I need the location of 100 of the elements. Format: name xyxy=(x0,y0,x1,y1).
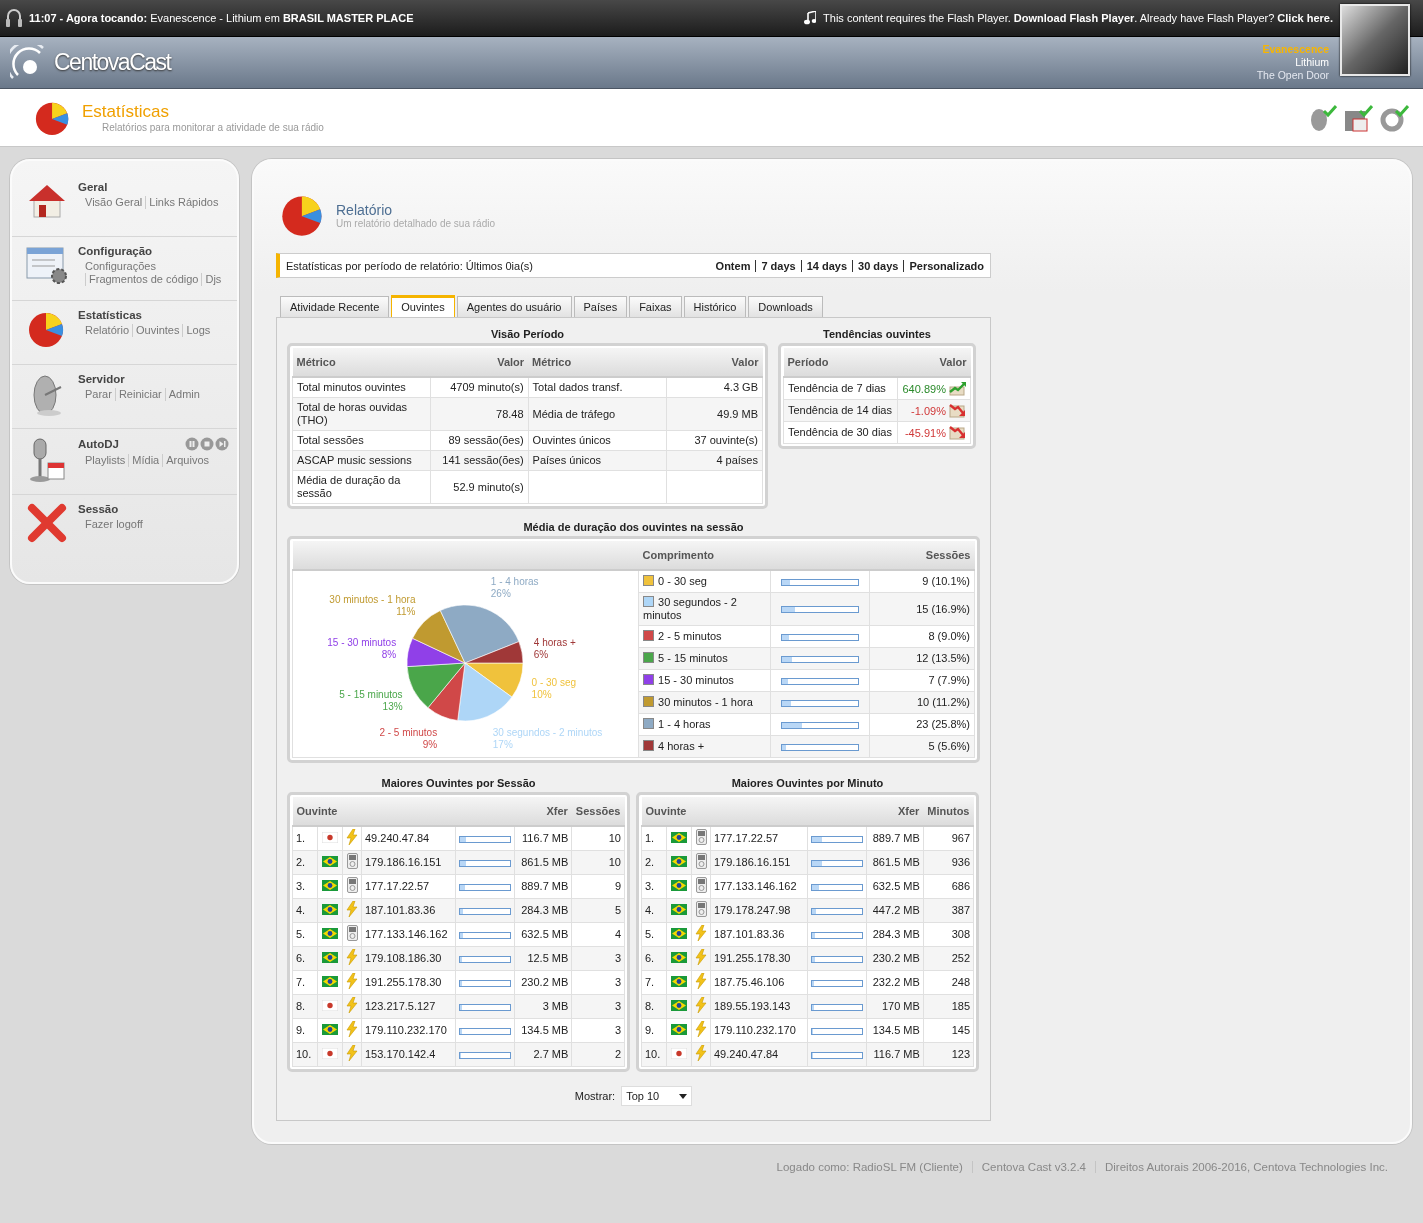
click-here-link[interactable]: Click here. xyxy=(1277,12,1333,24)
table-cell: 284.3 MB xyxy=(866,922,924,947)
brazil-flag-icon xyxy=(671,1023,687,1035)
sidebar-link[interactable]: Reiniciar xyxy=(114,388,165,401)
column-header: Valor xyxy=(897,348,971,377)
sidebar-link[interactable]: Fazer logoff xyxy=(85,518,146,531)
media-player-icon xyxy=(346,853,358,869)
trend-value: -45.91% xyxy=(904,427,946,439)
table-cell: 177.133.146.162 xyxy=(361,922,456,947)
page-title: Estatísticas xyxy=(82,102,170,122)
column-header: Ouvinte xyxy=(292,797,456,826)
stop-icon[interactable] xyxy=(200,437,214,451)
report-subtitle: Um relatório detalhado de sua rádio xyxy=(336,217,495,229)
table-cell: 187.75.46.106 xyxy=(710,970,808,995)
table-cell: 8. xyxy=(292,994,318,1019)
table-cell: 632.5 MB xyxy=(866,874,924,899)
table-cell: 9. xyxy=(292,1018,318,1043)
close-icon[interactable] xyxy=(27,503,67,543)
sidebar-link[interactable]: Mídia xyxy=(128,454,163,467)
table-cell: 8. xyxy=(641,994,667,1019)
trend-up-icon xyxy=(949,381,966,396)
table-cell: 179.186.16.151 xyxy=(710,850,808,875)
table-cell: 177.17.22.57 xyxy=(710,826,808,851)
table-cell: Média de duração da sessão xyxy=(292,470,431,504)
table-cell: 0 - 30 seg xyxy=(638,570,771,593)
sidebar-link[interactable]: Admin xyxy=(164,388,203,401)
pie-label: 4 horas + 6% xyxy=(533,636,576,660)
ring-check-icon[interactable] xyxy=(1379,102,1409,133)
table-cell: 967 xyxy=(923,826,974,851)
trend-down-icon xyxy=(949,403,966,418)
tab[interactable]: Ouvintes xyxy=(391,295,455,317)
lightning-icon xyxy=(695,925,707,941)
sidebar-link[interactable]: Ouvintes xyxy=(132,324,183,337)
table-cell: 15 (16.9%) xyxy=(869,592,975,626)
period-link[interactable]: Personalizado xyxy=(903,259,984,272)
table-cell: 1 - 4 horas xyxy=(638,713,771,736)
period-link[interactable]: Ontem xyxy=(710,259,756,272)
table-cell: 49.9 MB xyxy=(666,397,763,431)
brazil-flag-icon xyxy=(322,903,338,915)
table-cell: 153.170.142.4 xyxy=(361,1042,456,1067)
table-cell: Ouvintes únicos xyxy=(528,430,667,451)
table-cell: 8 (9.0%) xyxy=(869,625,975,648)
table-cell: 7 (7.9%) xyxy=(869,669,975,692)
table-cell: 189.55.193.143 xyxy=(710,994,808,1019)
table-cell: 5 - 15 minutos xyxy=(638,647,771,670)
column-header: Valor xyxy=(430,348,529,377)
period-link[interactable]: 7 days xyxy=(755,259,801,272)
period-label: Estatísticas por período de relatório: Últimos 0ia(s) xyxy=(286,259,533,272)
table-cell: 2. xyxy=(292,850,318,875)
table-cell: 889.7 MB xyxy=(514,874,572,899)
sidebar-link[interactable]: Fragmentos de código xyxy=(85,273,202,286)
lightning-icon xyxy=(346,1021,358,1037)
next-icon[interactable] xyxy=(215,437,229,451)
sidebar-link[interactable]: Djs xyxy=(201,273,225,286)
lightning-icon xyxy=(346,829,358,845)
sidebar-link[interactable]: Visão Geral xyxy=(85,196,146,209)
table-cell: 116.7 MB xyxy=(514,826,572,851)
sidebar-section-title: Estatísticas xyxy=(78,309,142,321)
download-flash-link[interactable]: Download Flash Player xyxy=(1013,12,1135,24)
table-cell: 2 - 5 minutos xyxy=(638,625,771,648)
table-cell: 4. xyxy=(641,898,667,923)
table-cell: 1. xyxy=(292,826,318,851)
period-link[interactable]: 30 days xyxy=(852,259,904,272)
table-cell: 78.48 xyxy=(430,397,529,431)
table-cell: 52.9 minuto(s) xyxy=(430,470,529,504)
pause-icon[interactable] xyxy=(185,437,199,451)
sidebar-link[interactable]: Links Rápidos xyxy=(145,196,222,209)
track-title: Lithium xyxy=(1295,56,1329,69)
japan-flag-icon xyxy=(322,999,338,1011)
table-cell: 4 horas + xyxy=(638,735,771,758)
japan-flag-icon xyxy=(322,831,338,843)
lightning-icon xyxy=(346,1045,358,1061)
footer-text: Centova Cast v3.2.4 xyxy=(971,1161,1095,1173)
tab[interactable]: Atividade Recente xyxy=(280,296,390,317)
tab[interactable]: Faixas xyxy=(629,296,682,317)
table-cell: 15 - 30 minutos xyxy=(638,669,771,692)
tab[interactable]: Agentes do usuário xyxy=(456,296,572,317)
lightning-icon xyxy=(695,1045,707,1061)
lightning-icon xyxy=(346,949,358,965)
sidebar-link[interactable]: Arquivos xyxy=(162,454,213,467)
table-cell: ASCAP music sessions xyxy=(292,450,431,471)
sidebar-link[interactable]: Playlists xyxy=(85,454,129,467)
table-cell: 134.5 MB xyxy=(514,1018,572,1043)
sidebar-link[interactable]: Configurações xyxy=(85,260,159,273)
tab[interactable]: Países xyxy=(573,296,628,317)
table-cell: 134.5 MB xyxy=(866,1018,924,1043)
tab[interactable]: Histórico xyxy=(683,296,747,317)
pie-label: 0 - 30 seg 10% xyxy=(531,677,577,701)
table-cell: 7. xyxy=(641,970,667,995)
sidebar-link[interactable]: Logs xyxy=(182,324,214,337)
period-link[interactable]: 14 days xyxy=(800,259,853,272)
report-title: Relatório xyxy=(336,201,394,218)
top-count-select[interactable]: Top 10 xyxy=(621,1086,693,1106)
sidebar-link[interactable]: Parar xyxy=(85,388,115,401)
table-cell: 5. xyxy=(292,922,318,947)
brazil-flag-icon xyxy=(671,855,687,867)
column-header: Xfer xyxy=(455,797,572,826)
table-cell: Tendência de 14 dias xyxy=(783,399,898,422)
tab[interactable]: Downloads xyxy=(748,296,823,317)
sidebar-link[interactable]: Relatório xyxy=(85,324,133,337)
